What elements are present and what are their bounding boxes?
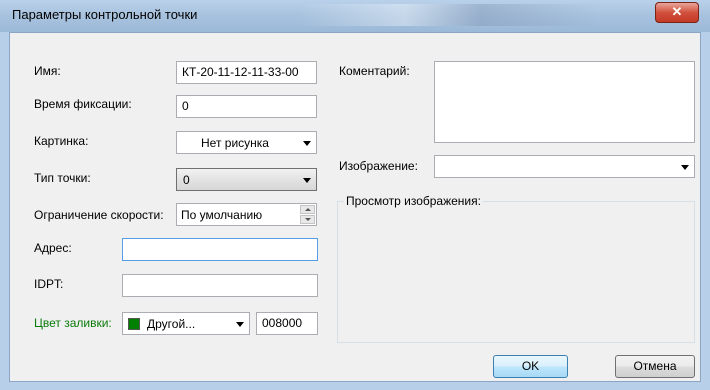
dialog-window: Параметры контрольной точки ✕ Имя: КТ-20… <box>0 0 710 390</box>
window-frame-left <box>0 32 9 390</box>
image-preview-group: Просмотр изображения: <box>337 194 695 343</box>
idpt-field[interactable] <box>122 274 318 297</box>
comment-label: Коментарий: <box>339 64 410 78</box>
chevron-down-icon <box>236 322 244 327</box>
image-combo[interactable] <box>434 155 695 178</box>
chevron-down-icon <box>303 178 311 183</box>
picture-combo-value: Нет рисунка <box>201 136 269 150</box>
image-label: Изображение: <box>339 159 418 173</box>
title-bar[interactable]: Параметры контрольной точки ✕ <box>0 0 710 32</box>
idpt-label: IDPT: <box>34 277 64 291</box>
speed-limit-value: По умолчанию <box>181 208 263 222</box>
spin-up-icon[interactable] <box>300 205 315 214</box>
name-field[interactable]: КТ-20-11-12-11-33-00 <box>176 61 317 84</box>
color-swatch <box>128 318 140 330</box>
window-frame-right <box>701 32 710 390</box>
close-button[interactable]: ✕ <box>655 2 699 23</box>
dialog-body: Имя: КТ-20-11-12-11-33-00 Время фиксации… <box>9 32 701 382</box>
point-type-label: Тип точки: <box>34 171 91 185</box>
image-preview-legend: Просмотр изображения: <box>344 194 483 208</box>
comment-textarea[interactable] <box>434 61 695 143</box>
fix-time-field[interactable]: 0 <box>176 95 317 118</box>
fill-color-combo[interactable]: Другой... <box>122 312 250 335</box>
address-label: Адрес: <box>34 241 72 255</box>
fill-color-label: Цвет заливки: <box>34 316 112 330</box>
spin-down-icon[interactable] <box>300 215 315 224</box>
fill-color-combo-value: Другой... <box>147 317 196 331</box>
spinner-buttons <box>300 205 315 224</box>
speed-limit-label: Ограничение скорости: <box>34 208 164 222</box>
close-icon: ✕ <box>671 4 683 19</box>
window-title: Параметры контрольной точки <box>12 7 198 22</box>
name-label: Имя: <box>34 64 61 78</box>
title-bar-glass <box>300 4 600 26</box>
picture-label: Картинка: <box>34 134 89 148</box>
address-field[interactable] <box>122 238 318 261</box>
speed-limit-spinner[interactable]: По умолчанию <box>176 203 317 226</box>
ok-button[interactable]: OK <box>493 355 568 378</box>
fill-color-hex-field[interactable]: 008000 <box>256 312 318 335</box>
point-type-combo-value: 0 <box>183 173 190 187</box>
cancel-button[interactable]: Отмена <box>615 355 695 378</box>
point-type-combo[interactable]: 0 <box>176 168 317 191</box>
fix-time-label: Время фиксации: <box>34 97 132 111</box>
window-frame-bottom <box>0 382 710 390</box>
picture-combo[interactable]: Нет рисунка <box>176 131 317 154</box>
chevron-down-icon <box>303 141 311 146</box>
chevron-down-icon <box>681 165 689 170</box>
